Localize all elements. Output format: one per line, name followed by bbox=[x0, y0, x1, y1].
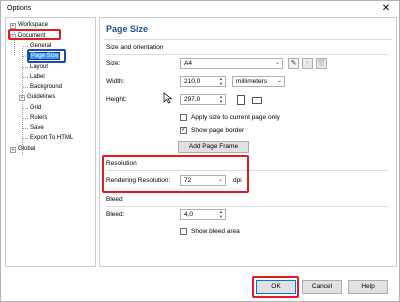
chevron-down-icon: ⌄ bbox=[276, 78, 282, 84]
spin-down-icon[interactable]: ▼ bbox=[219, 99, 223, 104]
add-page-frame-button[interactable]: Add Page Frame bbox=[178, 141, 249, 153]
ok-highlight-box bbox=[252, 276, 299, 298]
plus-icon: + bbox=[305, 60, 310, 67]
cancel-button[interactable]: Cancel bbox=[302, 280, 342, 294]
mouse-cursor-icon bbox=[163, 92, 173, 104]
tree-item-label: Global bbox=[18, 146, 36, 152]
tree-item-label: Export To HTML bbox=[30, 135, 74, 141]
chevron-down-icon: ⌄ bbox=[274, 60, 280, 66]
bleed-field[interactable]: 4,0 ▲ ▼ bbox=[180, 209, 226, 220]
bleed-label: Bleed: bbox=[106, 211, 125, 218]
tree-item-label: Workspace bbox=[18, 22, 48, 28]
spinner-arrows-icon[interactable]: ▲ ▼ bbox=[218, 94, 224, 104]
close-icon[interactable]: ✕ bbox=[379, 2, 393, 16]
tree-connector bbox=[23, 118, 28, 119]
page-size-highlight-box bbox=[27, 49, 66, 63]
section-bleed: Bleed bbox=[106, 196, 123, 203]
tree-item-save[interactable]: Save bbox=[30, 124, 44, 133]
size-label: Size: bbox=[106, 60, 121, 67]
landscape-orientation-icon[interactable] bbox=[252, 97, 262, 104]
title-bar: Options ✕ bbox=[1, 1, 399, 17]
expand-icon[interactable]: + bbox=[10, 146, 16, 153]
edit-size-button[interactable]: ✎ bbox=[288, 58, 299, 69]
show-page-border-label: Show page border bbox=[191, 127, 245, 134]
show-page-border-checkbox[interactable]: ✓ bbox=[180, 127, 187, 134]
divider bbox=[106, 206, 388, 207]
trash-icon: 🗑 bbox=[317, 60, 326, 67]
show-bleed-area-label: Show bleed area bbox=[191, 228, 240, 235]
tree-connector bbox=[23, 87, 28, 88]
tree-connector bbox=[23, 46, 28, 47]
tree-item-label: Save bbox=[30, 125, 44, 131]
tree-connector bbox=[23, 128, 28, 129]
tree-connector bbox=[23, 67, 28, 68]
portrait-orientation-icon[interactable] bbox=[237, 95, 245, 105]
tree-item-label: Layout bbox=[30, 64, 49, 70]
pencil-icon: ✎ bbox=[290, 60, 297, 67]
height-value: 297,0 bbox=[184, 96, 201, 103]
tree-item-label: Rulers bbox=[30, 115, 48, 121]
divider bbox=[106, 54, 388, 55]
width-label: Width: bbox=[106, 78, 125, 85]
page-title: Page Size bbox=[106, 24, 149, 34]
add-size-button[interactable]: + bbox=[302, 58, 313, 69]
options-dialog: Options ✕ + Workspace − Document General P… bbox=[0, 0, 400, 302]
units-select[interactable]: millimeters ⌄ bbox=[232, 76, 285, 87]
spin-down-icon[interactable]: ▼ bbox=[219, 81, 223, 86]
units-value: millimeters bbox=[236, 78, 268, 85]
window-title: Options bbox=[7, 5, 32, 12]
tree-connector bbox=[23, 138, 28, 139]
settings-panel: Page Size Size and orientation Size: A4 … bbox=[99, 17, 397, 267]
divider bbox=[104, 39, 392, 40]
height-label: Height: bbox=[106, 96, 127, 103]
tree-item-label-page[interactable]: Label bbox=[30, 73, 45, 82]
expand-icon[interactable]: + bbox=[19, 94, 25, 101]
apply-current-page-label: Apply size to current page only bbox=[191, 114, 280, 121]
expand-icon[interactable]: + bbox=[10, 22, 16, 29]
tree-connector bbox=[23, 108, 28, 109]
show-bleed-area-checkbox[interactable] bbox=[180, 228, 187, 235]
tree-item-grid[interactable]: Grid bbox=[30, 104, 41, 113]
tree-item-export-html[interactable]: Export To HTML bbox=[30, 134, 73, 143]
tree-connector bbox=[23, 77, 28, 78]
spinner-arrows-icon[interactable]: ▲ ▼ bbox=[218, 76, 224, 86]
tree-item-layout[interactable]: Layout bbox=[30, 63, 48, 72]
spinner-arrows-icon[interactable]: ▲ ▼ bbox=[218, 209, 224, 219]
size-select[interactable]: A4 ⌄ bbox=[180, 58, 283, 69]
check-icon: ✓ bbox=[181, 127, 187, 133]
width-value: 210,0 bbox=[184, 78, 201, 85]
tree-item-label: Background bbox=[30, 84, 63, 90]
tree-item-label: Grid bbox=[30, 105, 42, 111]
tree-item-background[interactable]: Background bbox=[30, 83, 62, 92]
tree-item-label: Label bbox=[30, 74, 45, 80]
delete-size-button[interactable]: 🗑 bbox=[316, 58, 327, 69]
height-field[interactable]: 297,0 ▲ ▼ bbox=[180, 94, 226, 105]
resolution-highlight-box bbox=[102, 155, 249, 193]
spin-down-icon[interactable]: ▼ bbox=[219, 214, 223, 219]
apply-current-page-checkbox[interactable] bbox=[180, 114, 187, 121]
tree-item-rulers[interactable]: Rulers bbox=[30, 114, 47, 123]
width-field[interactable]: 210,0 ▲ ▼ bbox=[180, 76, 226, 87]
tree-item-label: Guidelines bbox=[27, 94, 56, 100]
section-size-orientation: Size and orientation bbox=[106, 44, 164, 51]
tree-item-global[interactable]: + Global bbox=[10, 145, 35, 154]
help-button[interactable]: Help bbox=[348, 280, 388, 294]
tree-item-guidelines[interactable]: + Guidelines bbox=[19, 93, 55, 102]
bleed-value: 4,0 bbox=[184, 211, 194, 218]
size-value: A4 bbox=[184, 60, 192, 67]
document-highlight-box bbox=[8, 29, 61, 40]
